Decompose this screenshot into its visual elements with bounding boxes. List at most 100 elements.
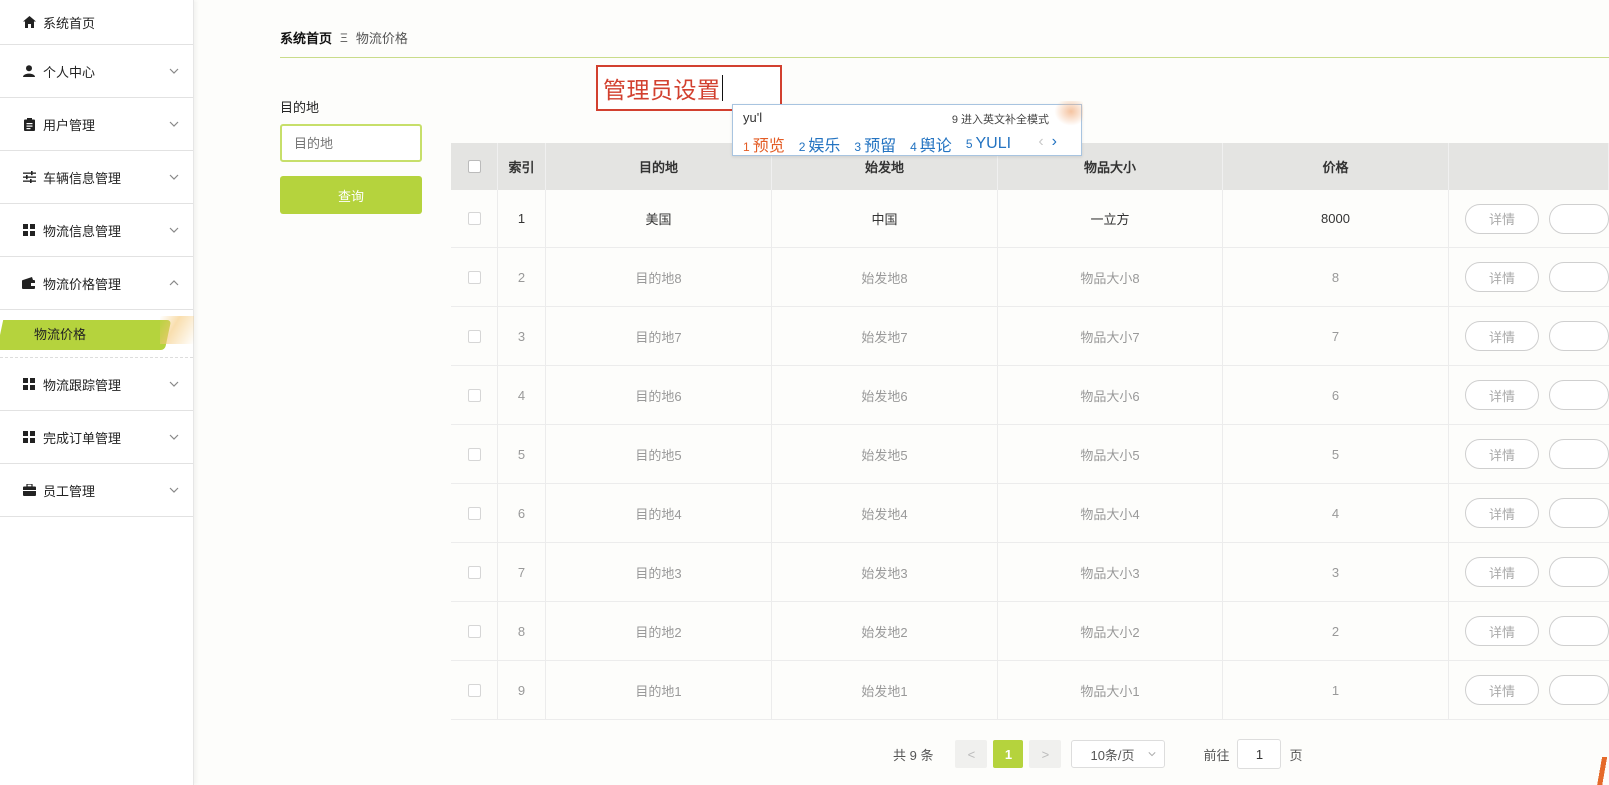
next-page-button[interactable]: > [1029, 740, 1062, 768]
cell-item-size: 物品大小7 [998, 307, 1223, 365]
action-button[interactable] [1549, 262, 1609, 292]
action-button[interactable] [1549, 439, 1609, 469]
cell-price: 6 [1223, 366, 1449, 424]
table-row: 3 目的地7 始发地7 物品大小7 7 详情 [451, 307, 1609, 366]
action-button[interactable] [1549, 321, 1609, 351]
action-button[interactable] [1549, 675, 1609, 705]
sidebar-item-label: 系统首页 [43, 15, 96, 31]
cell-destination: 目的地2 [546, 602, 772, 660]
row-select-cell [451, 366, 498, 424]
detail-button[interactable]: 详情 [1465, 616, 1539, 646]
row-select-cell [451, 190, 498, 247]
cell-actions: 详情 [1449, 366, 1609, 424]
action-button[interactable] [1549, 380, 1609, 410]
cell-origin: 始发地2 [772, 602, 998, 660]
ime-prev-page-icon[interactable]: ‹ [1038, 133, 1043, 151]
breadcrumb-divider [280, 57, 1609, 58]
page-size-value: 10条/页 [1090, 747, 1135, 763]
cell-destination: 目的地5 [546, 425, 772, 483]
table-row: 7 目的地3 始发地3 物品大小3 3 详情 [451, 543, 1609, 602]
sidebar-item-staff-management[interactable]: 员工管理 [0, 464, 193, 517]
table-row: 6 目的地4 始发地4 物品大小4 4 详情 [451, 484, 1609, 543]
destination-search-input[interactable] [280, 124, 422, 162]
detail-button[interactable]: 详情 [1465, 380, 1539, 410]
row-checkbox[interactable] [467, 506, 481, 520]
action-button[interactable] [1549, 203, 1609, 234]
sidebar-item-home[interactable]: 系统首页 [0, 0, 193, 45]
ime-candidate[interactable]: 2 娱乐 [799, 132, 841, 156]
row-select-cell [451, 661, 498, 719]
wallet-icon [22, 276, 36, 290]
row-checkbox[interactable] [467, 447, 481, 461]
row-checkbox[interactable] [467, 212, 481, 225]
row-checkbox[interactable] [467, 270, 481, 284]
detail-button[interactable]: 详情 [1465, 321, 1539, 351]
action-button[interactable] [1549, 616, 1609, 646]
cell-index: 8 [498, 602, 546, 660]
action-button[interactable] [1549, 557, 1609, 587]
sidebar-item-personal-center[interactable]: 个人中心 [0, 45, 193, 98]
row-select-cell [451, 543, 498, 601]
cell-origin: 始发地3 [772, 543, 998, 601]
detail-button[interactable]: 详情 [1465, 675, 1539, 705]
cell-origin: 始发地4 [772, 484, 998, 542]
ime-english-mode-hint[interactable]: 9 进入英文补全模式 [952, 111, 1049, 127]
row-checkbox[interactable] [467, 624, 481, 638]
sidebar-item-logistics-price[interactable]: 物流价格管理 [0, 257, 193, 310]
ime-page-nav: ‹ › [1038, 133, 1057, 151]
cell-actions: 详情 [1449, 484, 1609, 542]
cell-actions: 详情 [1449, 248, 1609, 306]
submenu-item-label: 物流价格 [34, 327, 87, 342]
cell-item-size: 物品大小2 [998, 602, 1223, 660]
ime-composed-text: 管理员设置 [603, 77, 721, 103]
cell-item-size: 物品大小6 [998, 366, 1223, 424]
ime-candidate[interactable]: 4 舆论 [910, 132, 952, 156]
cell-price: 8 [1223, 248, 1449, 306]
detail-button[interactable]: 详情 [1465, 203, 1539, 234]
header-price: 价格 [1223, 143, 1449, 190]
row-checkbox[interactable] [467, 388, 481, 402]
ime-next-page-icon[interactable]: › [1052, 133, 1057, 151]
sidebar-item-label: 物流信息管理 [43, 223, 122, 239]
cell-destination: 目的地3 [546, 543, 772, 601]
sidebar-item-label: 物流跟踪管理 [43, 377, 122, 393]
page-number-current[interactable]: 1 [993, 740, 1024, 768]
detail-button[interactable]: 详情 [1465, 262, 1539, 292]
goto-page-input[interactable] [1237, 739, 1282, 769]
cell-price: 1 [1223, 661, 1449, 719]
query-button[interactable]: 查询 [280, 176, 422, 214]
cell-price: 2 [1223, 602, 1449, 660]
ime-candidate[interactable]: 5 YULI [966, 135, 1011, 153]
sidebar-item-vehicle-management[interactable]: 车辆信息管理 [0, 151, 193, 204]
cell-destination: 美国 [546, 190, 772, 247]
prev-page-button[interactable]: < [955, 740, 988, 768]
table-row: 2 目的地8 始发地8 物品大小8 8 详情 [451, 248, 1609, 307]
ime-candidate[interactable]: 3 预留 [854, 132, 896, 156]
detail-button[interactable]: 详情 [1465, 439, 1539, 469]
breadcrumb-home[interactable]: 系统首页 [280, 28, 332, 47]
cell-index: 2 [498, 248, 546, 306]
grid-icon [22, 223, 36, 237]
row-select-cell [451, 484, 498, 542]
row-checkbox[interactable] [467, 683, 481, 697]
row-checkbox[interactable] [467, 565, 481, 579]
action-button[interactable] [1549, 498, 1609, 528]
sidebar-item-completed-orders[interactable]: 完成订单管理 [0, 411, 193, 464]
detail-button[interactable]: 详情 [1465, 557, 1539, 587]
ime-candidate[interactable]: 1 预览 [743, 132, 785, 156]
chevron-down-icon [1148, 752, 1157, 757]
corner-decoration [1597, 757, 1609, 785]
cell-index: 6 [498, 484, 546, 542]
sidebar-item-logistics-info[interactable]: 物流信息管理 [0, 204, 193, 257]
cell-actions: 详情 [1449, 543, 1609, 601]
page-size-select[interactable]: 10条/页 [1071, 740, 1166, 768]
select-all-checkbox[interactable] [467, 160, 481, 173]
sidebar-item-logistics-tracking[interactable]: 物流跟踪管理 [0, 358, 193, 411]
table-row: 8 目的地2 始发地2 物品大小2 2 详情 [451, 602, 1609, 661]
sidebar-item-user-management[interactable]: 用户管理 [0, 98, 193, 151]
sidebar: 系统首页 个人中心 用户管理 车辆信息管理 物流信息管理 物流价格管理 物流价格… [0, 0, 194, 785]
detail-button[interactable]: 详情 [1465, 498, 1539, 528]
submenu-item-logistics-price[interactable]: 物流价格 [0, 310, 194, 358]
row-checkbox[interactable] [467, 329, 481, 343]
cell-actions: 详情 [1449, 602, 1609, 660]
